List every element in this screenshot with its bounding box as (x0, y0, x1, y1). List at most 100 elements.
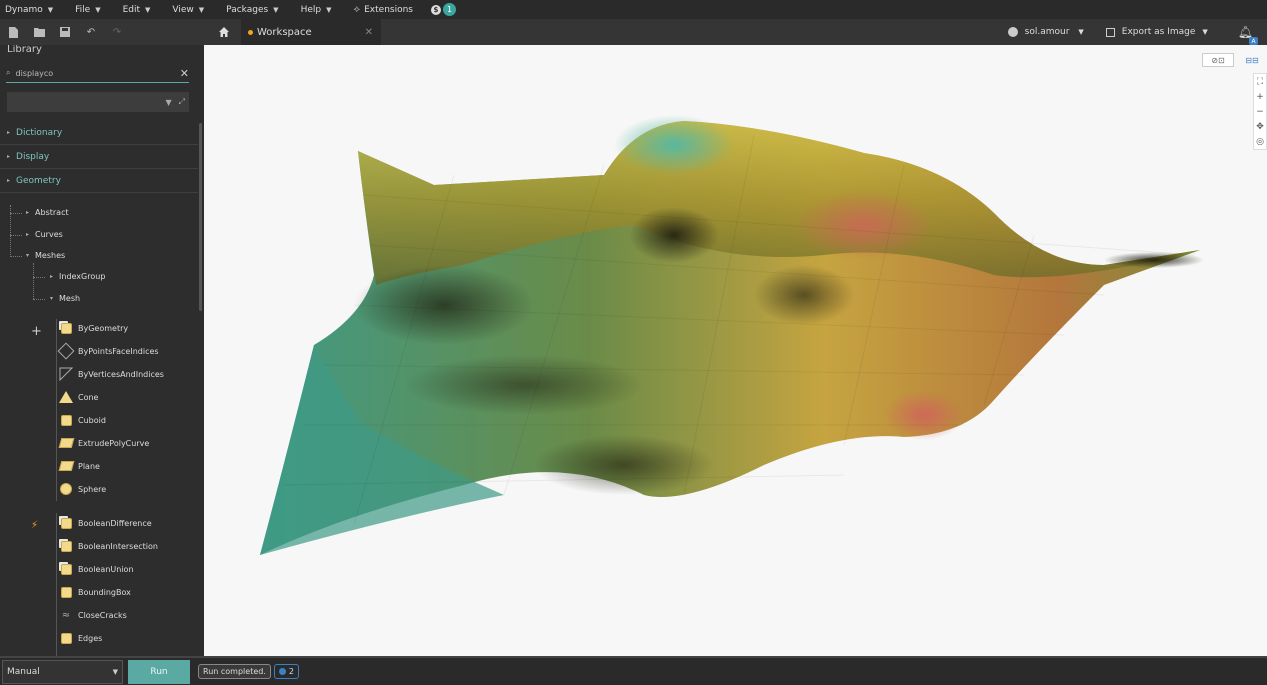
menu-help[interactable]: Help ▼ (301, 5, 332, 15)
boundingbox-icon (59, 585, 73, 599)
user-menu[interactable]: sol.amour ▼ (1007, 27, 1084, 37)
filter-icon[interactable]: ▼ (165, 98, 171, 107)
library-node-booleandifference[interactable]: BooleanDifference (59, 513, 152, 533)
node-label: BooleanIntersection (78, 541, 158, 551)
menu-file[interactable]: File ▼ (75, 5, 100, 15)
subcategory-abstract[interactable]: ▸ Abstract (26, 208, 69, 217)
redo-icon[interactable]: ↷ (104, 19, 130, 45)
library-node-extrudepolycurve[interactable]: ExtrudePolyCurve (58, 433, 150, 453)
library-title: Library (7, 45, 42, 55)
undo-icon[interactable]: ↶ (78, 19, 104, 45)
dynamo-window: Dynamo ▼ File ▼ Edit ▼ View ▼ Packages ▼ Help… (0, 0, 1267, 685)
category-dictionary[interactable]: ▸ Dictionary (0, 121, 198, 145)
fit-view-icon[interactable]: ⛶ (1257, 74, 1263, 89)
cuboid-icon (59, 413, 73, 427)
save-icon[interactable] (52, 19, 78, 45)
library-node-bygeometry[interactable]: ByGeometry (59, 318, 128, 338)
run-button[interactable]: Run (128, 659, 190, 684)
menu-packages[interactable]: Packages ▼ (226, 5, 278, 15)
menu-label: Dynamo (5, 4, 43, 15)
toolbar-right: sol.amour ▼ Export as Image ▼ 🔔︎ A (1007, 19, 1267, 45)
subcategory-label: IndexGroup (59, 272, 106, 281)
zoom-out-icon[interactable]: − (1256, 104, 1264, 119)
tab-workspace[interactable]: Workspace ✕ (241, 19, 381, 45)
expand-icon[interactable]: ⤢ (179, 97, 185, 107)
library-node-cuboid[interactable]: Cuboid (59, 410, 106, 430)
orbit-icon[interactable]: ◎ (1256, 134, 1264, 149)
open-folder-icon[interactable] (26, 19, 52, 45)
graph-view-icon: ⊟⊟ (1245, 55, 1259, 65)
menu-view[interactable]: View ▼ (172, 5, 204, 15)
caret-down-icon: ▼ (145, 5, 151, 14)
library-scrollbar[interactable] (199, 123, 202, 311)
clear-icon[interactable]: ✕ (180, 67, 189, 80)
export-label: Export as Image (1121, 27, 1196, 37)
library-node-byverticesandindices[interactable]: ByVerticesAndIndices (59, 364, 164, 384)
subcategory-meshes[interactable]: ▾ Meshes (26, 251, 65, 260)
graph-view-toggle[interactable]: ⊟⊟ (1239, 53, 1265, 67)
library-node-booleanunion[interactable]: BooleanUnion (59, 559, 134, 579)
node-label: CloseCracks (78, 610, 127, 620)
node-label: Plane (78, 461, 100, 471)
node-label: Cone (78, 392, 99, 402)
library-node-booleanintersection[interactable]: BooleanIntersection (59, 536, 158, 556)
export-image-button[interactable]: Export as Image ▼ (1105, 27, 1208, 37)
info-count-badge[interactable]: 2 (273, 664, 299, 679)
menu-label: Help (300, 4, 322, 15)
filter-bar: ▼ ⤢ (7, 92, 189, 112)
home-icon[interactable] (211, 19, 237, 45)
pan-icon[interactable]: ✥ (1256, 119, 1264, 134)
node-label: BooleanDifference (78, 518, 152, 528)
subcategory-indexgroup[interactable]: ▸ IndexGroup (50, 272, 105, 281)
caret-down-icon: ▼ (1078, 28, 1084, 36)
run-status: Run completed. (198, 664, 271, 679)
close-icon[interactable]: ✕ (365, 27, 373, 38)
booleandifference-icon (59, 516, 73, 530)
expand-arrow-icon: ▸ (50, 273, 54, 280)
notifications-indicator[interactable]: $ 1 (430, 3, 456, 16)
toolbar: ↶ ↷ Workspace ✕ sol.amour ▼ Export as Im… (0, 19, 1267, 45)
node-label: ExtrudePolyCurve (78, 438, 150, 448)
tree-line (33, 299, 45, 300)
menu-extensions[interactable]: ⟡ Extensions (353, 4, 413, 15)
library-node-boundingbox[interactable]: BoundingBox (59, 582, 131, 602)
library-search[interactable]: ⌕ displayco ✕ (6, 64, 189, 83)
search-input[interactable]: displayco (15, 69, 179, 78)
notifications-button[interactable]: 🔔︎ A (1238, 25, 1258, 45)
new-file-icon[interactable] (0, 19, 26, 45)
extrudepolycurve-icon (58, 436, 74, 450)
library-node-closecracks[interactable]: ≈ CloseCracks (59, 605, 127, 625)
subcategory-label: Meshes (35, 251, 66, 260)
menu-bar: Dynamo ▼ File ▼ Edit ▼ View ▼ Packages ▼ Help… (0, 0, 1267, 19)
menu-label: Packages (226, 4, 269, 15)
search-icon: ⌕ (6, 68, 11, 77)
booleanintersection-icon (59, 539, 73, 553)
subcategory-mesh[interactable]: ▾ Mesh (50, 294, 80, 303)
subcategory-curves[interactable]: ▸ Curves (26, 230, 63, 239)
subcategory-label: Mesh (59, 294, 81, 303)
library-node-sphere[interactable]: Sphere (59, 479, 106, 499)
library-node-plane[interactable]: Plane (58, 456, 100, 476)
create-group-icon: + (31, 324, 42, 339)
library-node-edges[interactable]: Edges (59, 628, 102, 648)
library-node-cone[interactable]: Cone (59, 387, 98, 407)
menu-label: File (75, 4, 91, 15)
node-label: ByGeometry (78, 323, 129, 333)
menu-edit[interactable]: Edit ▼ (123, 5, 151, 15)
geometry-view-toggle[interactable]: ⊘⊡ (1202, 53, 1234, 67)
category-label: Display (16, 151, 50, 162)
3d-background-preview[interactable]: ⊘⊡ ⊟⊟ ⛶ + − ✥ ◎ (204, 45, 1267, 656)
category-geometry[interactable]: ▸ Geometry (0, 169, 198, 193)
library-node-bypointsfaceindices[interactable]: ByPointsFaceIndices (57, 341, 159, 361)
node-label: BoundingBox (78, 587, 131, 597)
library-panel: Library ⌕ displayco ✕ ▼ ⤢ ▸ Dictionary ▸ D… (0, 45, 204, 656)
menu-dynamo[interactable]: Dynamo ▼ (5, 5, 53, 15)
menu-label: View (172, 4, 194, 15)
category-display[interactable]: ▸ Display (0, 145, 198, 169)
info-icon (278, 668, 286, 675)
notification-badge: A (1249, 37, 1258, 45)
run-mode-select[interactable]: Manual ▼ (2, 659, 123, 684)
zoom-in-icon[interactable]: + (1256, 89, 1264, 104)
user-icon (1007, 27, 1018, 37)
booleanunion-icon (59, 562, 73, 576)
